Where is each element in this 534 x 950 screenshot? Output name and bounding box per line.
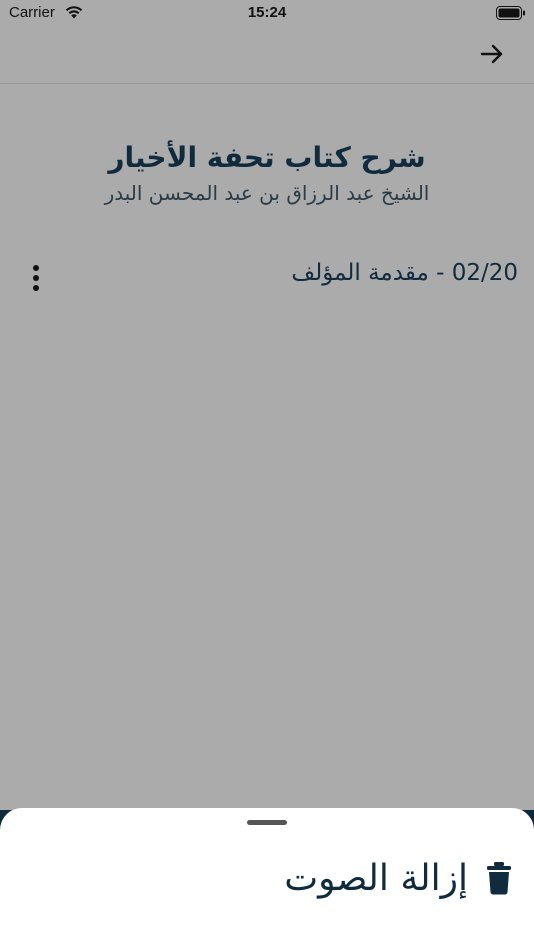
remove-audio-label: إزالة الصوت	[284, 857, 468, 899]
book-author: الشيخ عبد الرزاق بن عبد المحسن البدر	[104, 181, 430, 205]
dimmed-screen: Carrier 15:24 شرح كتاب تحفة الأخيار الشي…	[0, 0, 534, 810]
navigation-bar	[0, 28, 534, 84]
book-header: شرح كتاب تحفة الأخيار الشيخ عبد الرزاق ب…	[0, 138, 534, 208]
remove-audio-button[interactable]: إزالة الصوت	[284, 854, 512, 902]
lesson-title: 02/20 - مقدمة المؤلف	[291, 260, 518, 286]
sheet-grabber[interactable]	[247, 820, 287, 825]
status-bar: Carrier 15:24	[0, 0, 534, 28]
book-title: شرح كتاب تحفة الأخيار	[108, 141, 426, 174]
more-vertical-icon[interactable]	[26, 264, 46, 292]
lesson-list-item[interactable]: 02/20 - مقدمة المؤلف	[0, 250, 534, 306]
bottom-sheet: إزالة الصوت	[0, 808, 534, 950]
trash-icon	[487, 862, 511, 895]
arrow-right-icon[interactable]	[478, 40, 506, 68]
clock: 15:24	[247, 4, 287, 21]
battery-icon	[496, 6, 525, 20]
